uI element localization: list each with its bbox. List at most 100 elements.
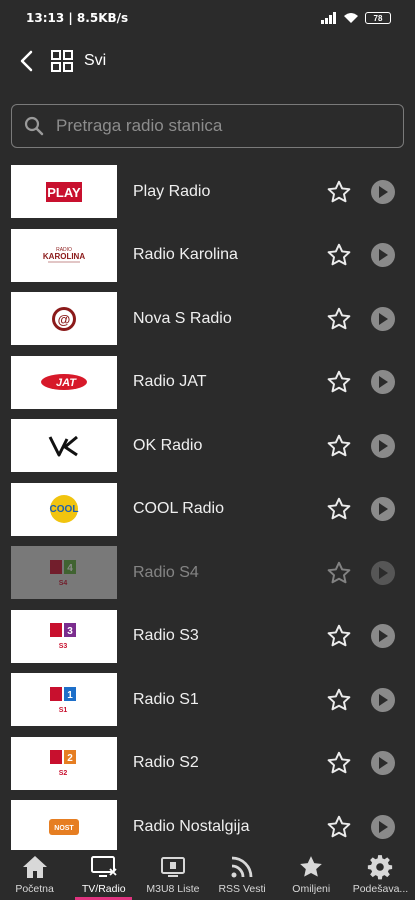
nav-item-home[interactable]: Početna — [0, 850, 69, 900]
play-button[interactable] — [371, 243, 395, 268]
favorite-button[interactable] — [325, 241, 353, 269]
play-icon — [379, 503, 388, 516]
play-button[interactable] — [371, 814, 395, 839]
list-item[interactable]: 1 S1 Radio S1 — [0, 668, 415, 732]
play-icon — [379, 757, 388, 770]
svg-text:1: 1 — [67, 690, 73, 701]
station-logo: 3 S3 — [11, 609, 117, 663]
category-grid-button[interactable] — [46, 41, 78, 81]
list-item[interactable]: 3 S3 Radio S3 — [0, 605, 415, 669]
play-icon — [379, 566, 388, 579]
chevron-left-icon — [20, 50, 33, 72]
play-button[interactable] — [371, 306, 395, 331]
svg-text:S1: S1 — [59, 707, 68, 714]
station-logo: PLAY — [11, 165, 117, 218]
station-name: Radio S4 — [133, 563, 199, 581]
star-outline-icon — [327, 624, 351, 647]
nav-item-settings[interactable]: Podešava... — [346, 850, 415, 900]
search-box[interactable] — [11, 104, 404, 148]
tv-radio-icon — [90, 856, 117, 877]
status-bar: 13:13 | 8.5KB/s 78 — [0, 0, 415, 36]
list-item[interactable]: 4 S4 Radio S4 — [0, 541, 415, 605]
favorite-button[interactable] — [325, 559, 353, 587]
play-button[interactable] — [371, 179, 395, 204]
nav-item-rss[interactable]: RSS Vesti — [208, 850, 277, 900]
list-item[interactable]: OK OK Radio — [0, 414, 415, 478]
play-button[interactable] — [371, 624, 395, 649]
list-item[interactable]: RADIO KAROLINA Radio Karolina — [0, 224, 415, 288]
station-name: Radio Karolina — [133, 246, 238, 264]
svg-text:S4: S4 — [59, 580, 68, 587]
svg-text:COOL: COOL — [50, 504, 79, 515]
station-logo: JAT — [11, 355, 117, 409]
search-input[interactable] — [56, 116, 376, 136]
play-button[interactable] — [371, 370, 395, 395]
nav-item-tv-radio[interactable]: TV/Radio — [69, 850, 138, 900]
list-item[interactable]: JAT Radio JAT — [0, 351, 415, 415]
status-icons: 78 — [321, 12, 391, 24]
station-logo: 1 S1 — [11, 673, 117, 726]
header: Svi — [0, 36, 415, 86]
nav-item-m3u8[interactable]: M3U8 Liste — [138, 850, 207, 900]
play-button[interactable] — [371, 433, 395, 458]
star-outline-icon — [327, 688, 351, 711]
svg-text:KAROLINA: KAROLINA — [43, 252, 85, 261]
svg-text:NOST: NOST — [54, 825, 74, 832]
play-button[interactable] — [371, 751, 395, 776]
wifi-icon — [344, 13, 358, 23]
svg-text:S3: S3 — [59, 643, 68, 650]
star-outline-icon — [327, 497, 351, 520]
favorite-button[interactable] — [325, 178, 353, 206]
back-button[interactable] — [12, 41, 42, 81]
list-item[interactable]: PLAY Play Radio — [0, 160, 415, 224]
favorite-button[interactable] — [325, 813, 353, 841]
nav-label: TV/Radio — [81, 883, 126, 895]
gear-icon — [368, 855, 393, 880]
station-logo: COOL — [11, 482, 117, 536]
favorite-button[interactable] — [325, 686, 353, 714]
station-name: Radio Nostalgija — [133, 817, 250, 835]
star-outline-icon — [327, 434, 351, 457]
star-outline-icon — [327, 180, 351, 203]
play-icon — [379, 820, 388, 833]
play-icon — [379, 693, 388, 706]
nav-item-favorites[interactable]: Omiljeni — [277, 850, 346, 900]
star-outline-icon — [327, 307, 351, 330]
favorite-button[interactable] — [325, 368, 353, 396]
favorite-button[interactable] — [325, 749, 353, 777]
grid-icon — [51, 50, 73, 72]
station-name: Nova S Radio — [133, 309, 232, 327]
star-outline-icon — [327, 561, 351, 584]
star-outline-icon — [327, 815, 351, 838]
svg-text:@: @ — [58, 312, 71, 327]
bottom-nav: Početna TV/Radio M3U8 Liste RSS Vesti Om… — [0, 850, 415, 900]
svg-text:OK: OK — [47, 433, 49, 434]
play-icon — [379, 185, 388, 198]
nav-label: RSS Vesti — [218, 883, 266, 895]
play-icon — [379, 249, 388, 262]
rss-icon — [231, 856, 253, 878]
station-logo: RADIO KAROLINA — [11, 228, 117, 282]
favorite-button[interactable] — [325, 432, 353, 460]
list-item[interactable]: @ Nova S Radio — [0, 287, 415, 351]
status-time: 13:13 | 8.5KB/s — [26, 11, 129, 25]
list-item[interactable]: NOST Radio Nostalgija — [0, 795, 415, 850]
play-button[interactable] — [371, 687, 395, 712]
svg-text:4: 4 — [67, 563, 73, 574]
playlist-tv-icon — [160, 857, 185, 877]
svg-text:PLAY: PLAY — [47, 185, 81, 200]
station-logo: NOST — [11, 800, 117, 850]
favorite-button[interactable] — [325, 622, 353, 650]
play-button[interactable] — [371, 497, 395, 522]
station-name: Play Radio — [133, 182, 211, 200]
svg-text:3: 3 — [67, 626, 73, 637]
favorite-button[interactable] — [325, 305, 353, 333]
play-button[interactable] — [371, 560, 395, 585]
station-logo: @ — [11, 292, 117, 345]
list-item[interactable]: 2 S2 Radio S2 — [0, 732, 415, 796]
list-item[interactable]: COOL COOL Radio — [0, 478, 415, 542]
favorite-button[interactable] — [325, 495, 353, 523]
station-name: Radio S1 — [133, 690, 199, 708]
station-logo: OK — [11, 419, 117, 472]
nav-label: Podešava... — [352, 883, 409, 895]
